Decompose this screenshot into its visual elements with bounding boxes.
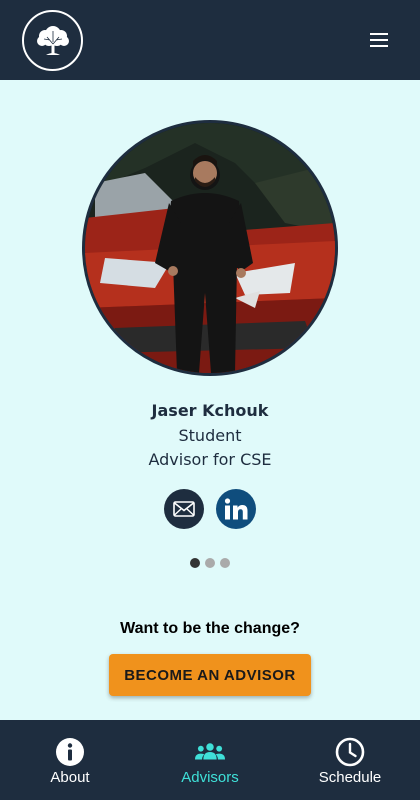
advisor-role: Student xyxy=(178,426,242,445)
nav-label: Advisors xyxy=(181,769,239,786)
linkedin-button[interactable] xyxy=(216,489,256,529)
people-group-icon xyxy=(195,737,225,767)
mail-icon xyxy=(173,501,195,517)
advisor-specialty: Advisor for CSE xyxy=(148,450,272,469)
nav-label: Schedule xyxy=(318,769,382,786)
linkedin-icon xyxy=(224,498,248,520)
tree-logo-icon[interactable] xyxy=(22,10,83,71)
nav-item-schedule[interactable]: Schedule xyxy=(280,720,420,800)
nav-item-advisors[interactable]: Advisors xyxy=(140,720,280,800)
become-advisor-button[interactable]: BECOME AN ADVISOR xyxy=(109,654,311,696)
info-icon xyxy=(55,737,85,767)
email-button[interactable] xyxy=(164,489,204,529)
nav-label: About xyxy=(50,769,90,786)
carousel-indicators xyxy=(190,558,232,568)
top-app-bar xyxy=(0,0,420,80)
advisor-name: Jaser Kchouk xyxy=(151,401,269,420)
carousel-dot[interactable] xyxy=(190,558,200,568)
advisor-profile: Jaser Kchouk Student Advisor for CSE Wan… xyxy=(0,80,420,720)
hamburger-menu-icon[interactable] xyxy=(366,30,392,50)
bottom-navigation: About Advisors Schedule xyxy=(0,720,420,800)
clock-icon xyxy=(335,737,365,767)
carousel-dot[interactable] xyxy=(220,558,230,568)
nav-item-about[interactable]: About xyxy=(0,720,140,800)
cta-heading: Want to be the change? xyxy=(120,620,300,637)
carousel-dot[interactable] xyxy=(205,558,215,568)
advisor-photo xyxy=(82,120,338,376)
